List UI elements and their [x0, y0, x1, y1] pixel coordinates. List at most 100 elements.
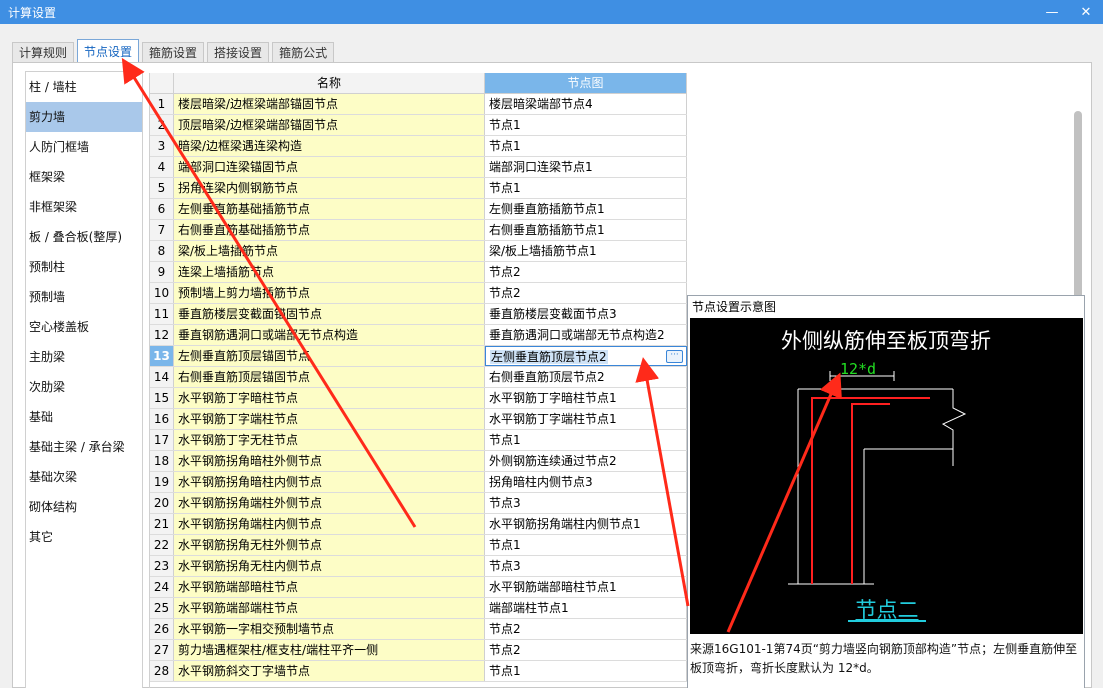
row-node-cell[interactable]: 垂直筋楼层变截面节点3: [485, 304, 687, 324]
table-row[interactable]: 6 左侧垂直筋基础插筋节点 左侧垂直筋插筋节点1: [150, 199, 687, 220]
tab-stirrup-settings[interactable]: 箍筋设置: [142, 42, 205, 62]
row-index[interactable]: 1: [150, 94, 174, 114]
table-row[interactable]: 28 水平钢筋斜交丁字墙节点 节点1: [150, 661, 687, 682]
row-index[interactable]: 16: [150, 409, 174, 429]
table-row[interactable]: 22 水平钢筋拐角无柱外侧节点 节点1: [150, 535, 687, 556]
table-row[interactable]: 7 右侧垂直筋基础插筋节点 右侧垂直筋插筋节点1: [150, 220, 687, 241]
row-node-cell[interactable]: 节点1: [485, 535, 687, 555]
table-row[interactable]: 5 拐角连梁内侧钢筋节点 节点1: [150, 178, 687, 199]
row-node-cell[interactable]: 垂直筋遇洞口或端部无节点构造2: [485, 325, 687, 345]
row-index[interactable]: 23: [150, 556, 174, 576]
table-row[interactable]: 12 垂直钢筋遇洞口或端部无节点构造 垂直筋遇洞口或端部无节点构造2: [150, 325, 687, 346]
row-node-cell[interactable]: 左侧垂直筋顶层节点2 ···: [485, 346, 687, 366]
vertical-scrollbar[interactable]: [1074, 111, 1082, 311]
sidebar-item-foundation[interactable]: 基础: [26, 402, 142, 432]
tab-lap-settings[interactable]: 搭接设置: [207, 42, 270, 62]
tab-node-settings[interactable]: 节点设置: [77, 39, 140, 62]
table-row[interactable]: 26 水平钢筋一字相交预制墙节点 节点2: [150, 619, 687, 640]
row-index[interactable]: 24: [150, 577, 174, 597]
table-row[interactable]: 19 水平钢筋拐角暗柱内侧节点 拐角暗柱内侧节点3: [150, 472, 687, 493]
table-row[interactable]: 4 端部洞口连梁锚固节点 端部洞口连梁节点1: [150, 157, 687, 178]
table-row[interactable]: 16 水平钢筋丁字端柱节点 水平钢筋丁字端柱节点1: [150, 409, 687, 430]
row-index[interactable]: 10: [150, 283, 174, 303]
table-row[interactable]: 24 水平钢筋端部暗柱节点 水平钢筋端部暗柱节点1: [150, 577, 687, 598]
sidebar-item-foundation-main-beam[interactable]: 基础主梁 / 承台梁: [26, 432, 142, 462]
row-node-cell[interactable]: 节点1: [485, 430, 687, 450]
row-index[interactable]: 13: [150, 346, 174, 366]
tab-calc-rules[interactable]: 计算规则: [12, 42, 75, 62]
row-index[interactable]: 22: [150, 535, 174, 555]
row-node-cell[interactable]: 节点2: [485, 283, 687, 303]
row-index[interactable]: 11: [150, 304, 174, 324]
sidebar-item-other[interactable]: 其它: [26, 522, 142, 552]
table-row[interactable]: 1 楼层暗梁/边框梁端部锚固节点 楼层暗梁端部节点4: [150, 94, 687, 115]
sidebar-item-civil-defense-wall[interactable]: 人防门框墙: [26, 132, 142, 162]
row-node-cell[interactable]: 端部端柱节点1: [485, 598, 687, 618]
row-index[interactable]: 15: [150, 388, 174, 408]
row-index[interactable]: 14: [150, 367, 174, 387]
row-node-cell[interactable]: 节点2: [485, 640, 687, 660]
sidebar-item-foundation-secondary-beam[interactable]: 基础次梁: [26, 462, 142, 492]
sidebar-item-shear-wall[interactable]: 剪力墙: [26, 102, 142, 132]
row-node-cell[interactable]: 右侧垂直筋插筋节点1: [485, 220, 687, 240]
row-node-cell[interactable]: 左侧垂直筋插筋节点1: [485, 199, 687, 219]
sidebar-item-column[interactable]: 柱 / 墙柱: [26, 72, 142, 102]
sidebar-item-precast-wall[interactable]: 预制墙: [26, 282, 142, 312]
table-row[interactable]: 11 垂直筋楼层变截面锚固节点 垂直筋楼层变截面节点3: [150, 304, 687, 325]
table-row[interactable]: 21 水平钢筋拐角端柱内侧节点 水平钢筋拐角端柱内侧节点1: [150, 514, 687, 535]
row-node-cell[interactable]: 节点3: [485, 493, 687, 513]
tab-stirrup-formula[interactable]: 箍筋公式: [272, 42, 335, 62]
row-node-cell[interactable]: 节点1: [485, 178, 687, 198]
row-index[interactable]: 19: [150, 472, 174, 492]
row-node-cell[interactable]: 梁/板上墙插筋节点1: [485, 241, 687, 261]
row-index[interactable]: 3: [150, 136, 174, 156]
sidebar-item-precast-column[interactable]: 预制柱: [26, 252, 142, 282]
row-node-cell[interactable]: 节点2: [485, 619, 687, 639]
row-node-cell[interactable]: 节点1: [485, 115, 687, 135]
sidebar-item-main-rib-beam[interactable]: 主肋梁: [26, 342, 142, 372]
sidebar-item-masonry[interactable]: 砌体结构: [26, 492, 142, 522]
row-node-cell[interactable]: 节点2: [485, 262, 687, 282]
table-row[interactable]: 2 顶层暗梁/边框梁端部锚固节点 节点1: [150, 115, 687, 136]
table-row[interactable]: 8 梁/板上墙插筋节点 梁/板上墙插筋节点1: [150, 241, 687, 262]
row-index[interactable]: 18: [150, 451, 174, 471]
row-node-cell[interactable]: 节点1: [485, 661, 687, 681]
row-node-cell[interactable]: 水平钢筋丁字端柱节点1: [485, 409, 687, 429]
row-index[interactable]: 12: [150, 325, 174, 345]
ellipsis-icon[interactable]: ···: [666, 350, 683, 363]
row-index[interactable]: 26: [150, 619, 174, 639]
row-index[interactable]: 7: [150, 220, 174, 240]
sidebar-item-secondary-rib-beam[interactable]: 次肋梁: [26, 372, 142, 402]
row-node-cell[interactable]: 节点1: [485, 136, 687, 156]
table-row[interactable]: 20 水平钢筋拐角端柱外侧节点 节点3: [150, 493, 687, 514]
sidebar-item-slab[interactable]: 板 / 叠合板(整厚): [26, 222, 142, 252]
table-row[interactable]: 13 左侧垂直筋顶层锚固节点 左侧垂直筋顶层节点2 ···: [150, 346, 687, 367]
table-row[interactable]: 9 连梁上墙插筋节点 节点2: [150, 262, 687, 283]
row-index[interactable]: 4: [150, 157, 174, 177]
row-node-cell[interactable]: 右侧垂直筋顶层节点2: [485, 367, 687, 387]
row-index[interactable]: 28: [150, 661, 174, 681]
row-index[interactable]: 8: [150, 241, 174, 261]
row-index[interactable]: 27: [150, 640, 174, 660]
sidebar-item-frame-beam[interactable]: 框架梁: [26, 162, 142, 192]
row-index[interactable]: 21: [150, 514, 174, 534]
header-node-diagram[interactable]: 节点图: [485, 73, 687, 93]
close-icon[interactable]: ✕: [1069, 0, 1103, 24]
table-row[interactable]: 27 剪力墙遇框架柱/框支柱/端柱平齐一侧 节点2: [150, 640, 687, 661]
row-node-cell[interactable]: 外侧钢筋连续通过节点2: [485, 451, 687, 471]
minimize-icon[interactable]: —: [1035, 0, 1069, 24]
table-row[interactable]: 17 水平钢筋丁字无柱节点 节点1: [150, 430, 687, 451]
row-node-cell[interactable]: 节点3: [485, 556, 687, 576]
table-row[interactable]: 10 预制墙上剪力墙插筋节点 节点2: [150, 283, 687, 304]
row-index[interactable]: 20: [150, 493, 174, 513]
row-index[interactable]: 6: [150, 199, 174, 219]
table-row[interactable]: 3 暗梁/边框梁遇连梁构造 节点1: [150, 136, 687, 157]
row-node-cell[interactable]: 水平钢筋端部暗柱节点1: [485, 577, 687, 597]
row-index[interactable]: 2: [150, 115, 174, 135]
row-node-cell[interactable]: 端部洞口连梁节点1: [485, 157, 687, 177]
row-index[interactable]: 9: [150, 262, 174, 282]
row-node-cell[interactable]: 水平钢筋丁字暗柱节点1: [485, 388, 687, 408]
table-row[interactable]: 25 水平钢筋端部端柱节点 端部端柱节点1: [150, 598, 687, 619]
row-index[interactable]: 5: [150, 178, 174, 198]
header-name[interactable]: 名称: [174, 73, 485, 93]
